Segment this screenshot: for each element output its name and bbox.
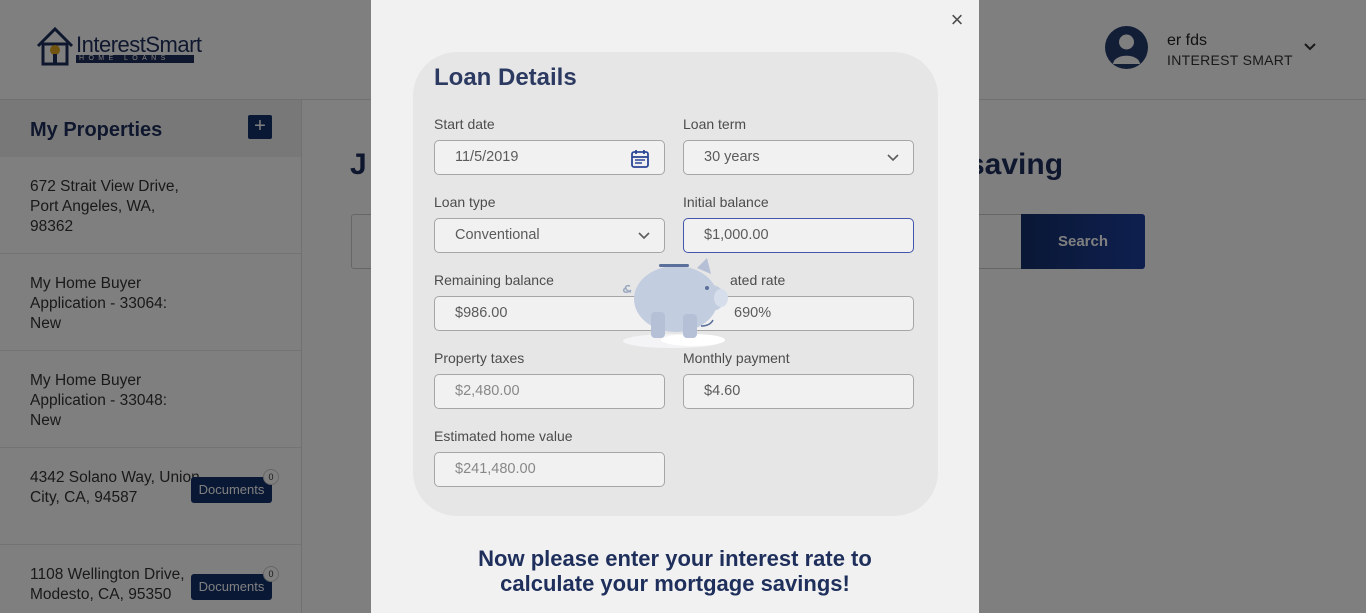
loan-term-value: 30 years	[704, 149, 760, 165]
piggy-bank-icon	[622, 258, 728, 348]
property-taxes-label: Property taxes	[434, 350, 525, 366]
property-taxes-input[interactable]: $2,480.00	[434, 374, 665, 409]
start-date-label: Start date	[434, 116, 495, 132]
property-taxes-value: $2,480.00	[455, 383, 520, 399]
loan-type-select[interactable]: Conventional	[434, 218, 665, 253]
loan-type-value: Conventional	[455, 227, 540, 243]
interest-rate-prompt: Now please enter your interest rate to c…	[371, 546, 979, 596]
monthly-payment-label: Monthly payment	[683, 350, 790, 366]
home-value-input[interactable]: $241,480.00	[434, 452, 665, 487]
remaining-balance-value: $986.00	[455, 305, 508, 321]
home-value-value: $241,480.00	[455, 461, 536, 477]
home-value-label: Estimated home value	[434, 428, 573, 444]
prompt-line-1: Now please enter your interest rate to	[478, 546, 872, 571]
remaining-balance-label: Remaining balance	[434, 272, 554, 288]
prompt-line-2: calculate your mortgage savings!	[500, 571, 850, 596]
monthly-payment-value: $4.60	[704, 383, 741, 399]
chevron-down-icon	[887, 154, 899, 162]
card-title: Loan Details	[434, 64, 577, 91]
loan-term-label: Loan term	[683, 116, 747, 132]
initial-balance-value: $1,000.00	[704, 227, 769, 243]
calendar-icon[interactable]	[630, 149, 650, 169]
chevron-down-icon	[638, 232, 650, 240]
initial-balance-label: Initial balance	[683, 194, 769, 210]
rate-value: 690%	[734, 305, 772, 321]
loan-term-select[interactable]: 30 years	[683, 140, 914, 175]
loan-type-label: Loan type	[434, 194, 496, 210]
monthly-payment-input[interactable]: $4.60	[683, 374, 914, 409]
start-date-value: 11/5/2019	[455, 149, 519, 165]
close-button[interactable]: ×	[947, 9, 967, 31]
initial-balance-input[interactable]: $1,000.00	[683, 218, 914, 253]
start-date-field[interactable]: 11/5/2019	[434, 140, 665, 175]
